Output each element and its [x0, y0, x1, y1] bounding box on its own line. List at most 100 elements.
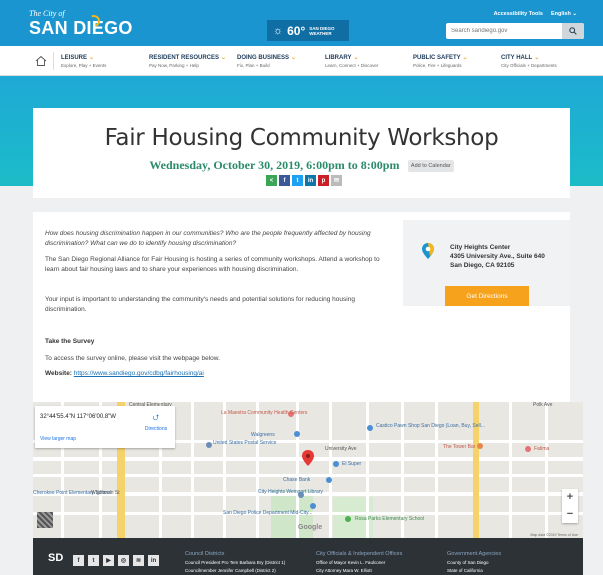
nav-sub: Learn, Connect + Discover	[325, 63, 379, 68]
facebook-icon[interactable]: f	[279, 175, 290, 186]
map-directions-link[interactable]: ⮍ Directions	[141, 412, 171, 432]
nav-resident-resources[interactable]: RESIDENT RESOURCES ⌄ Pay Now, Parking + H…	[149, 55, 226, 69]
search-button[interactable]	[562, 23, 584, 39]
map-label-el-super[interactable]: El Super	[342, 461, 361, 467]
chevron-down-icon: ⌄	[572, 11, 577, 17]
sun-icon: ☼	[273, 24, 284, 37]
linkedin-icon[interactable]: in	[148, 555, 159, 566]
footer-link[interactable]: Councilmember Jennifer Campbell (Distric…	[185, 567, 285, 575]
input-paragraph: Your input is important to understanding…	[45, 296, 355, 313]
footer-heading[interactable]: City Officials & Independent Offices	[316, 549, 402, 559]
embedded-map[interactable]: La Maestra Community Health Centers Walg…	[33, 402, 583, 538]
accessibility-tools-link[interactable]: Accessibility Tools	[494, 11, 543, 17]
event-date-row: Wednesday, October 30, 2019, 6:00pm to 8…	[33, 156, 570, 174]
rss-icon[interactable]: ≋	[133, 555, 144, 566]
location-box: City Heights Center 4305 University Ave.…	[403, 220, 570, 306]
intro-text: How does housing discrimination happen i…	[45, 230, 371, 247]
map-label-la-maestra[interactable]: La Maestra Community Health Centers	[221, 410, 307, 416]
map-label-chase[interactable]: Chase Bank	[283, 477, 310, 483]
email-icon[interactable]: ✉	[331, 175, 342, 186]
street-view-icon[interactable]	[37, 512, 53, 528]
share-icon[interactable]: <	[266, 175, 277, 186]
weather-widget[interactable]: ☼ 60° SAN DIEGO WEATHER	[267, 20, 349, 41]
social-links: f t ▶ ◎ ≋ in	[73, 555, 159, 566]
page-title: Fair Housing Community Workshop	[104, 125, 499, 151]
nav-leisure[interactable]: LEISURE ⌄ Explore, Play + Events	[61, 55, 106, 69]
description-paragraph: The San Diego Regional Alliance for Fair…	[45, 256, 380, 273]
map-label-university-ave: University Ave	[325, 446, 357, 452]
nav-city-hall[interactable]: CITY HALL ⌄ City Officials + Departments	[501, 55, 557, 69]
twitter-icon[interactable]: t	[292, 175, 303, 186]
search-box	[446, 23, 584, 39]
main-nav: LEISURE ⌄ Explore, Play + Events RESIDENT…	[0, 46, 603, 76]
nav-divider	[53, 52, 54, 70]
logo-small-text: The City of	[29, 9, 65, 18]
map-label-rosa-parks[interactable]: Rosa Parks Elementary School	[355, 516, 424, 522]
footer-link[interactable]: City Attorney Mara W. Elliott	[316, 567, 402, 575]
map-label-castico[interactable]: Castico Pawn Shop San Diego (Loan, Buy, …	[376, 423, 485, 429]
nav-title: LEISURE	[61, 55, 88, 61]
nav-sub: City Officials + Departments	[501, 63, 557, 68]
footer-col-council: Council Districts Council President Pro …	[185, 549, 285, 575]
map-label-tower-bar[interactable]: The Tower Bar	[443, 444, 475, 450]
zoom-in-button[interactable]: +	[562, 489, 578, 506]
map-label-walgreens[interactable]: Walgreens	[251, 432, 275, 438]
nav-doing-business[interactable]: DOING BUSINESS ⌄ Fix, Plan + Build	[237, 55, 296, 69]
footer-heading[interactable]: Government Agencies	[447, 549, 501, 559]
pinterest-icon[interactable]: p	[318, 175, 329, 186]
zoom-out-button[interactable]: −	[562, 506, 578, 523]
map-label-usps[interactable]: United States Postal Service	[213, 440, 276, 446]
nav-library[interactable]: LIBRARY ⌄ Learn, Connect + Discover	[325, 55, 378, 69]
facebook-icon[interactable]: f	[73, 555, 84, 566]
search-icon	[569, 27, 577, 35]
nav-public-safety[interactable]: PUBLIC SAFETY ⌄ Police, Fire + Lifeguards	[413, 55, 468, 69]
map-label-wightman: Wightman St	[91, 490, 120, 496]
linkedin-icon[interactable]: in	[305, 175, 316, 186]
survey-heading: Take the Survey	[45, 338, 95, 345]
map-pin-icon	[422, 243, 434, 259]
location-address: City Heights Center 4305 University Ave.…	[450, 243, 570, 270]
survey-text: To access the survey online, please visi…	[45, 355, 220, 362]
footer-link[interactable]: State of California	[447, 567, 501, 575]
website-link[interactable]: https://www.sandiego.gov/cdbg/fairhousin…	[74, 370, 204, 377]
map-directions-label: Directions	[144, 426, 168, 432]
map-label-police[interactable]: San Diego Police Department Mid-City...	[223, 510, 312, 516]
nav-title: PUBLIC SAFETY	[413, 55, 461, 61]
map-label-fatima[interactable]: Fatima	[534, 446, 549, 452]
directions-icon: ⮍	[152, 413, 160, 422]
event-header-card: Fair Housing Community Workshop Wednesda…	[33, 108, 570, 198]
view-larger-map-link[interactable]: View larger map	[40, 436, 76, 442]
chevron-down-icon: ⌄	[353, 55, 359, 61]
map-label-polk: Polk Ave	[533, 402, 553, 408]
footer-link[interactable]: Office of Mayor Kevin L. Faulconer	[316, 559, 402, 567]
footer-col-agencies: Government Agencies County of San Diego …	[447, 549, 501, 575]
get-directions-button[interactable]: Get Directions	[445, 286, 529, 306]
location-name: City Heights Center	[450, 244, 511, 251]
add-to-calendar-button[interactable]: Add to Calendar	[407, 160, 454, 172]
share-bar: < f t in p ✉	[266, 175, 342, 186]
nav-title: RESIDENT RESOURCES	[149, 55, 220, 61]
map-attribution[interactable]: Map data ©2019 Terms of Use	[531, 533, 578, 537]
search-input[interactable]	[446, 28, 566, 34]
home-icon[interactable]	[35, 55, 47, 67]
language-select[interactable]: English ⌄	[551, 11, 577, 17]
top-links: Accessibility Tools English ⌄	[494, 11, 577, 17]
nav-title: DOING BUSINESS	[237, 55, 290, 61]
weather-temp: 60°	[287, 23, 306, 38]
nav-title: LIBRARY	[325, 55, 352, 61]
map-zoom-controls: + −	[562, 489, 578, 523]
footer-logo[interactable]: SD	[48, 552, 63, 564]
city-logo[interactable]: The City of SAN DIEGO	[29, 9, 133, 39]
chevron-down-icon: ⌄	[291, 55, 297, 61]
footer-link[interactable]: County of San Diego	[447, 559, 501, 567]
youtube-icon[interactable]: ▶	[103, 555, 114, 566]
chevron-down-icon: ⌄	[462, 55, 468, 61]
footer-link[interactable]: Council President Pro Tem Barbara Bry (D…	[185, 559, 285, 567]
logo-big-text: SAN DIEGO	[29, 18, 133, 38]
footer-heading[interactable]: Council Districts	[185, 549, 285, 559]
map-label-weingart[interactable]: City Heights Weingart Library	[258, 489, 323, 495]
nav-sub: Pay Now, Parking + Help	[149, 63, 199, 68]
instagram-icon[interactable]: ◎	[118, 555, 129, 566]
twitter-icon[interactable]: t	[88, 555, 99, 566]
website-line: Website: https://www.sandiego.gov/cdbg/f…	[45, 370, 204, 377]
